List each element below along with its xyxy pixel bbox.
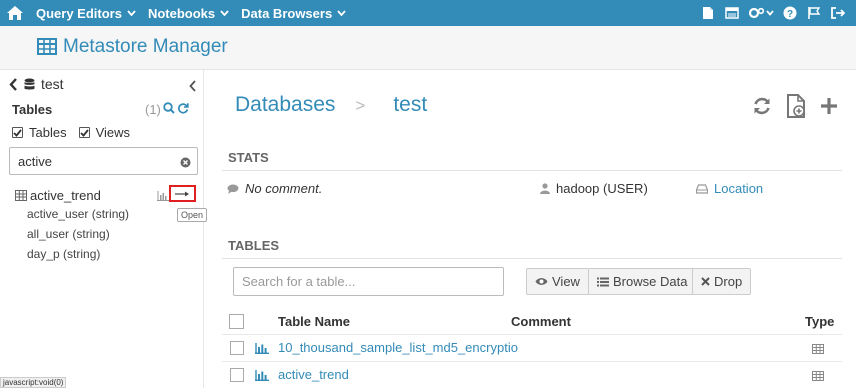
tables-section-header: TABLES	[228, 238, 280, 253]
table-filter-input[interactable]: active	[9, 147, 198, 175]
owner-text: hadoop (USER)	[556, 181, 648, 196]
row-checkbox[interactable]	[230, 368, 244, 382]
views-checkbox-label: Views	[95, 125, 131, 140]
top-navbar: Query Editors Notebooks Data Browsers ?	[0, 0, 856, 26]
search-placeholder: Search for a table...	[242, 274, 356, 289]
long-arrow-right-icon	[175, 191, 189, 196]
row-table-name[interactable]: active_trend	[278, 367, 349, 382]
breadcrumb-current: test	[393, 93, 428, 116]
list-icon	[597, 277, 609, 286]
new-table-icon[interactable]	[786, 94, 806, 121]
open-table-button[interactable]	[169, 185, 196, 202]
breadcrumb: Databases > test	[235, 93, 427, 117]
clear-filter-icon[interactable]	[180, 156, 191, 171]
table-row[interactable]: active_trend	[222, 362, 842, 388]
bar-chart-icon[interactable]	[255, 342, 269, 357]
row-checkbox[interactable]	[230, 341, 244, 355]
svg-text:?: ?	[787, 9, 793, 20]
table-list-icon[interactable]	[720, 0, 744, 26]
tables-checkbox-label: Tables	[29, 125, 67, 140]
view-button-label: View	[552, 274, 580, 289]
chevron-left-icon	[9, 77, 17, 91]
column-item[interactable]: active_user (string)	[27, 207, 129, 221]
sign-out-icon[interactable]	[826, 0, 850, 26]
flag-icon[interactable]	[802, 0, 826, 26]
view-button[interactable]: View	[526, 268, 589, 295]
column-item[interactable]: day_p (string)	[27, 247, 100, 261]
views-checkbox[interactable]	[78, 127, 90, 138]
plus-icon[interactable]	[820, 97, 838, 118]
back-to-databases[interactable]: test	[9, 76, 64, 92]
bar-chart-icon[interactable]	[255, 369, 269, 384]
nav-label: Query Editors	[36, 5, 122, 21]
hard-drive-icon	[696, 183, 708, 194]
table-type-icon	[812, 342, 824, 357]
cogs-icon[interactable]	[744, 0, 778, 26]
chevron-down-icon	[127, 10, 136, 16]
document-icon[interactable]	[696, 0, 720, 26]
drop-button[interactable]: Drop	[692, 268, 752, 295]
table-icon	[15, 190, 27, 201]
nav-label: Notebooks	[147, 5, 216, 21]
divider	[222, 170, 842, 171]
status-bar-link: javascript:void(0)	[0, 377, 67, 388]
comment-text: No comment.	[245, 181, 323, 196]
filter-value: active	[18, 153, 52, 169]
divider	[222, 258, 842, 259]
nav-data-browsers[interactable]: Data Browsers	[241, 6, 346, 21]
title-bar: Metastore Manager	[0, 26, 856, 70]
nav-label: Data Browsers	[241, 5, 333, 21]
sidebar-table-name: active_trend	[30, 188, 101, 203]
location-link[interactable]: Location	[696, 181, 763, 196]
column-header-name[interactable]: Table Name	[278, 314, 350, 329]
tables-checkbox[interactable]	[12, 127, 23, 138]
database-name: test	[41, 76, 64, 92]
table-row[interactable]: 10_thousand_sample_list_md5_encryptio	[222, 335, 842, 361]
refresh-icon[interactable]	[752, 96, 772, 119]
breadcrumb-separator: >	[355, 96, 366, 115]
browse-data-label: Browse Data	[613, 274, 688, 289]
refresh-icon[interactable]	[177, 102, 189, 114]
comment-stat: No comment.	[227, 181, 322, 196]
eye-icon	[535, 278, 548, 285]
location-text: Location	[714, 181, 764, 196]
times-icon	[701, 277, 710, 286]
row-table-name[interactable]: 10_thousand_sample_list_md5_encryptio	[278, 340, 518, 355]
comment-icon	[227, 184, 239, 194]
owner-stat: hadoop (USER)	[540, 181, 648, 196]
bar-chart-icon[interactable]	[157, 189, 169, 204]
breadcrumb-databases[interactable]: Databases	[235, 93, 335, 117]
stats-header: STATS	[228, 150, 269, 165]
table-search-input[interactable]: Search for a table...	[233, 267, 504, 296]
chevron-down-icon	[220, 10, 229, 16]
database-icon	[24, 78, 35, 89]
sidebar-table-item[interactable]: active_trend	[15, 188, 101, 203]
drop-button-label: Drop	[714, 274, 743, 289]
tables-header: Tables	[12, 102, 53, 117]
help-icon[interactable]: ?	[778, 0, 802, 26]
nav-notebooks[interactable]: Notebooks	[148, 6, 229, 21]
column-item[interactable]: all_user (string)	[27, 227, 110, 241]
nav-query-editors[interactable]: Query Editors	[36, 6, 136, 21]
left-assist-panel: test Tables (1) Tables Views active acti…	[0, 70, 208, 388]
search-icon[interactable]	[163, 102, 175, 114]
table-icon	[37, 38, 57, 58]
chevron-down-icon	[337, 10, 346, 16]
column-header-type[interactable]: Type	[805, 314, 834, 329]
collapse-panel-icon[interactable]	[189, 80, 197, 95]
browse-data-button[interactable]: Browse Data	[588, 268, 697, 295]
table-type-icon	[812, 369, 824, 384]
column-header-comment[interactable]: Comment	[511, 314, 571, 329]
open-tooltip: Open	[177, 208, 208, 222]
user-icon	[540, 183, 550, 194]
home-icon[interactable]	[6, 5, 24, 21]
page-title: Metastore Manager	[63, 36, 228, 57]
select-all-checkbox[interactable]	[229, 314, 244, 329]
tables-count: (1)	[145, 102, 161, 117]
